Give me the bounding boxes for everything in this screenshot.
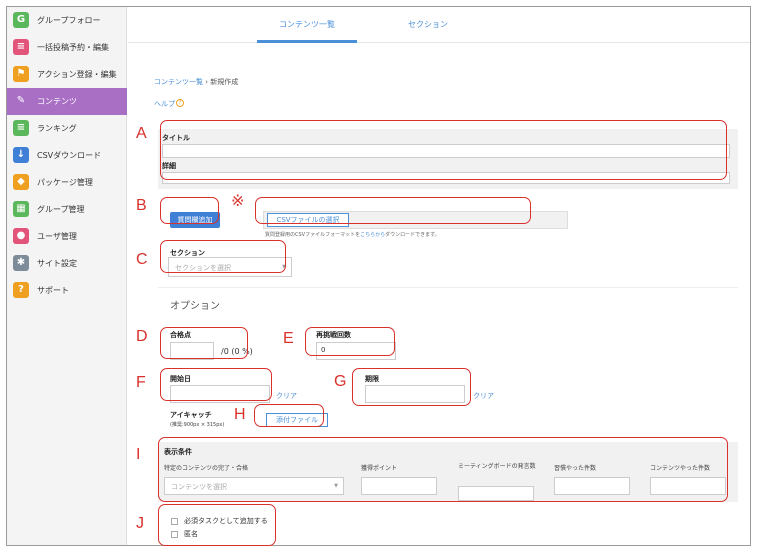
tab-content-list[interactable]: コンテンツ一覧 [257,7,357,43]
annotation-box-f [160,368,272,401]
help-link[interactable]: ヘルプ? [154,99,184,109]
breadcrumb-separator: › [205,78,209,86]
content-icon: ✎ [13,93,29,109]
eyecatch-label: アイキャッチ [170,411,212,419]
eyecatch-note: (推奨:900px × 315px) [170,422,225,428]
annotation-box-b [160,197,219,224]
group-manage-icon: ▦ [13,201,29,217]
annotation-box-e [305,327,395,356]
help-icon: ? [176,99,184,107]
bulk-post-icon: ≡ [13,39,29,55]
sidebar-item[interactable]: ◆ パッケージ管理 [7,169,127,196]
annotation-letter-g: G [334,373,347,390]
sidebar-item[interactable]: ≡ ランキング [7,115,127,142]
sidebar-item-label: パッケージ管理 [37,178,93,187]
flag-icon: ⚑ [13,66,29,82]
breadcrumb-current: 新規作成 [210,78,239,86]
ranking-icon: ≡ [13,120,29,136]
annotation-note-mark: ※ [231,193,245,210]
sidebar-item-label: サポート [37,286,69,295]
annotation-box-i [158,437,728,502]
sidebar-item[interactable]: ✎ コンテンツ [7,88,127,115]
annotation-box-j [158,504,276,546]
csv-hint-suffix: ダウンロードできます。 [385,232,440,238]
breadcrumb-parent-link[interactable]: コンテンツ一覧 [154,78,203,86]
annotation-letter-c: C [136,251,148,268]
sidebar-item[interactable]: ▦ グループ管理 [7,196,127,223]
group-follow-icon: G [13,12,29,28]
sidebar-item[interactable]: ↓ CSVダウンロード [7,142,127,169]
active-tab-indicator [257,40,357,43]
sidebar-item-label: アクション登録・編集 [37,70,117,79]
annotation-box-d [160,327,248,359]
annotation-letter-j: J [136,515,144,532]
support-icon: ? [13,282,29,298]
sidebar-item[interactable]: ? サポート [7,277,127,304]
annotation-box-csv [255,197,531,224]
annotation-letter-i: I [136,446,141,463]
start-date-clear-link[interactable]: クリア [276,391,297,401]
annotation-box-c [160,240,286,273]
divider [158,287,738,288]
sidebar: G グループフォロー ≡ 一括投稿予約・編集 ⚑ アクション登録・編集 ✎ コンテンツ ≡ ランキ… [7,7,127,545]
annotation-letter-h: H [234,406,246,423]
sidebar-item-label: グループフォロー [37,16,101,25]
annotation-letter-d: D [136,328,148,345]
package-icon: ◆ [13,174,29,190]
sidebar-item-label: サイト設定 [37,259,77,268]
top-tabs: コンテンツ一覧 セクション [128,7,750,43]
sidebar-item-label: CSVダウンロード [37,151,102,160]
breadcrumb: コンテンツ一覧 › 新規作成 [154,77,238,87]
sidebar-item[interactable]: ● ユーザ管理 [7,223,127,250]
users-icon: ● [13,228,29,244]
sidebar-item-label: コンテンツ [37,97,77,106]
sidebar-item[interactable]: G グループフォロー [7,7,127,34]
csv-hint-text: 質問登録用のCSVファイルフォーマットを [265,232,361,238]
sidebar-item-label: ランキング [37,124,77,133]
annotation-letter-a: A [136,125,147,142]
deadline-clear-link[interactable]: クリア [473,391,494,401]
help-label: ヘルプ [154,100,175,108]
annotation-box-a [160,120,727,180]
sidebar-item-label: グループ管理 [37,205,85,214]
sidebar-item[interactable]: ✱ サイト設定 [7,250,127,277]
annotation-box-h [254,404,324,427]
annotation-letter-f: F [136,374,146,391]
annotation-letter-e: E [283,330,294,347]
csv-download-link[interactable]: こちらから [360,232,385,238]
download-icon: ↓ [13,147,29,163]
sidebar-item[interactable]: ≡ 一括投稿予約・編集 [7,34,127,61]
gear-icon: ✱ [13,255,29,271]
sidebar-item-label: 一括投稿予約・編集 [37,43,109,52]
annotation-letter-b: B [136,197,147,214]
csv-hint: 質問登録用のCSVファイルフォーマットをこちらからダウンロードできます。 [265,231,440,238]
sidebar-item[interactable]: ⚑ アクション登録・編集 [7,61,127,88]
annotation-box-g [352,368,471,406]
tab-section[interactable]: セクション [378,7,478,43]
sidebar-item-label: ユーザ管理 [37,232,77,241]
options-heading: オプション [170,301,220,312]
